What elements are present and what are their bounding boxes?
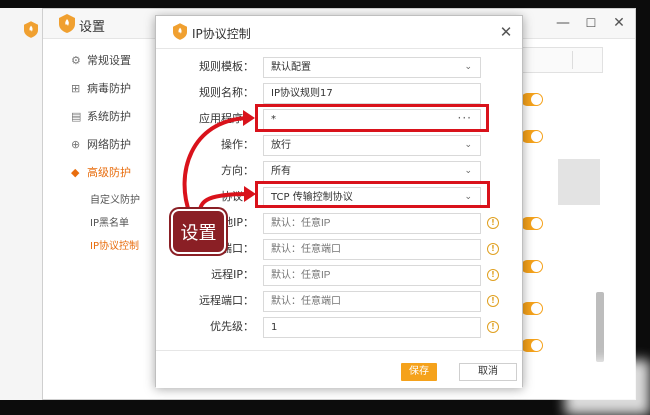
toggle-switch[interactable]: [521, 302, 543, 315]
chevron-down-icon: ⌄: [464, 166, 472, 176]
highlight-box-application: [255, 104, 489, 132]
info-icon[interactable]: !: [487, 269, 499, 281]
local-ip-input[interactable]: [263, 213, 481, 234]
action-select[interactable]: 放行 ⌄: [263, 135, 481, 156]
cancel-button[interactable]: 取消: [459, 363, 517, 381]
dialog-close-button[interactable]: ✕: [496, 22, 516, 42]
sidebar-item-label: 病毒防护: [87, 82, 131, 95]
info-icon[interactable]: !: [487, 217, 499, 229]
sidebar-subitem-custom-protection[interactable]: 自定义防护: [90, 192, 140, 210]
chevron-down-icon: ⌄: [464, 62, 472, 72]
action-label: 操作：: [221, 138, 254, 151]
sidebar-item-virus-protection[interactable]: ⊞ 病毒防护: [71, 79, 131, 99]
background-window-edge: [0, 8, 42, 400]
info-icon[interactable]: !: [487, 243, 499, 255]
callout-label: 设置: [171, 209, 226, 254]
rule-name-label: 规则名称：: [199, 86, 254, 99]
sidebar-item-label: 常规设置: [87, 54, 131, 67]
settings-sidebar: ⚙ 常规设置 ⊞ 病毒防护 ▤ 系统防护 ⊕ 网络防护 ◆ 高级防护 自定义防护 IP黑名…: [43, 39, 153, 401]
dialog-title: IP协议控制: [192, 27, 251, 41]
watermark-overlay: [565, 360, 650, 415]
sidebar-subitem-ip-protocol-control[interactable]: IP协议控制: [90, 238, 139, 256]
minimize-button[interactable]: —: [553, 13, 573, 33]
selected-row-highlight: [558, 159, 600, 205]
highlight-box-protocol: [255, 181, 490, 208]
direction-value: 所有: [271, 166, 291, 177]
app-logo-icon: [24, 21, 38, 38]
dialog-footer: 保存 取消: [156, 350, 522, 388]
toggle-switch[interactable]: [521, 130, 543, 143]
app-logo-icon: [59, 14, 75, 33]
diamond-icon: ◆: [71, 166, 80, 179]
chevron-down-icon: ⌄: [464, 140, 472, 150]
settings-title: 设置: [79, 20, 106, 35]
callout-text: 设置: [180, 223, 217, 244]
globe-icon: ⊕: [71, 138, 81, 151]
gear-icon: ⚙: [71, 54, 81, 67]
save-button[interactable]: 保存: [401, 363, 437, 381]
sidebar-item-label: 系统防护: [87, 110, 131, 123]
sidebar-item-label: 高级防护: [87, 166, 131, 179]
remote-ip-label: 远程IP：: [211, 268, 254, 281]
scrollbar[interactable]: [596, 292, 604, 362]
rule-template-label: 规则模板：: [199, 60, 254, 73]
application-label: 应用程序：: [199, 112, 254, 125]
toggle-switch[interactable]: [521, 93, 543, 106]
local-port-input[interactable]: [263, 239, 481, 260]
remote-ip-input[interactable]: [263, 265, 481, 286]
toggle-switch[interactable]: [521, 260, 543, 273]
info-icon[interactable]: !: [487, 295, 499, 307]
remote-port-label: 远程端口：: [199, 294, 254, 307]
rule-name-input[interactable]: IP协议规则17: [263, 83, 481, 104]
sidebar-item-label: 网络防护: [87, 138, 131, 151]
remote-port-input[interactable]: [263, 291, 481, 312]
screenshot-stage: 设置 — ☐ ✕ ⚙ 常规设置 ⊞ 病毒防护 ▤ 系统防护 ⊕ 网络防护 ◆ 高级防护 自…: [0, 0, 650, 415]
close-window-button[interactable]: ✕: [609, 13, 629, 33]
divider: [572, 51, 573, 69]
rule-template-select[interactable]: 默认配置 ⌄: [263, 57, 481, 78]
sidebar-item-system-protection[interactable]: ▤ 系统防护: [71, 107, 131, 127]
sidebar-item-advanced-protection[interactable]: ◆ 高级防护: [71, 163, 131, 183]
app-logo-icon: [173, 23, 187, 40]
toggle-switch[interactable]: [521, 217, 543, 230]
direction-select[interactable]: 所有 ⌄: [263, 161, 481, 182]
sidebar-item-general[interactable]: ⚙ 常规设置: [71, 51, 131, 71]
action-value: 放行: [271, 140, 291, 151]
rule-template-value: 默认配置: [271, 62, 311, 73]
toggle-switch[interactable]: [521, 339, 543, 352]
maximize-button[interactable]: ☐: [581, 13, 601, 33]
shield-plus-icon: ⊞: [71, 82, 81, 95]
info-icon[interactable]: !: [487, 321, 499, 333]
dialog-titlebar: IP协议控制 ✕: [156, 16, 522, 49]
priority-input[interactable]: 1: [263, 317, 481, 338]
direction-label: 方向：: [221, 164, 254, 177]
priority-label: 优先级：: [210, 320, 254, 333]
sidebar-item-network-protection[interactable]: ⊕ 网络防护: [71, 135, 131, 155]
layers-icon: ▤: [71, 110, 82, 123]
sidebar-subitem-ip-blacklist[interactable]: IP黑名单: [90, 215, 129, 233]
protocol-label: 协议：: [221, 190, 254, 203]
